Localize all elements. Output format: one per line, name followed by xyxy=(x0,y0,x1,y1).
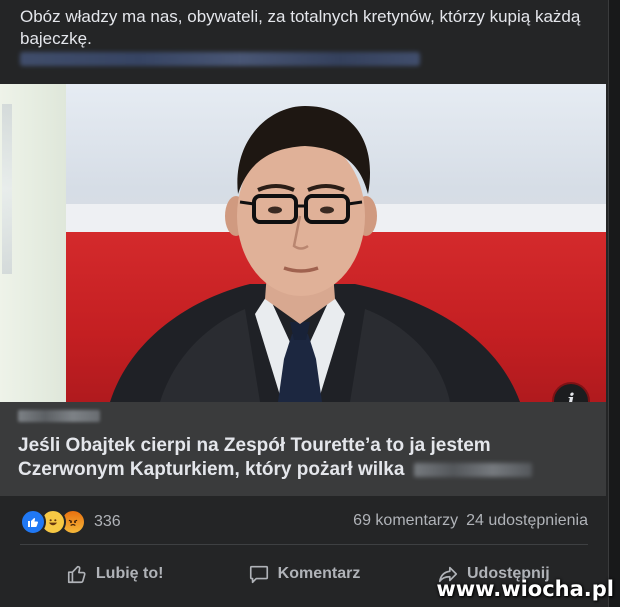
thumbs-up-icon xyxy=(67,565,86,584)
like-button[interactable]: Lubię to! xyxy=(20,552,209,596)
reaction-count[interactable]: 336 xyxy=(94,513,121,531)
comments-count[interactable]: 69 komentarzy xyxy=(353,512,458,530)
blurred-title-suffix xyxy=(414,462,533,477)
site-watermark: www.wiocha.pl xyxy=(436,577,614,601)
comment-icon xyxy=(249,565,268,584)
shares-count[interactable]: 24 udostępnienia xyxy=(466,512,588,530)
post-caption: Obóz władzy ma nas, obywateli, za totaln… xyxy=(20,7,581,48)
like-label: Lubię to! xyxy=(95,565,164,582)
comment-button[interactable]: Komentarz xyxy=(209,552,398,596)
link-preview-photo[interactable]: i xyxy=(0,84,606,402)
comment-label: Komentarz xyxy=(277,565,361,582)
link-title[interactable]: Jeśli Obajtek cierpi na Zespół Tourette’… xyxy=(18,434,578,482)
reactions-summary[interactable]: 336 xyxy=(20,509,121,535)
blurred-source-link[interactable] xyxy=(20,52,420,66)
link-attachment[interactable]: i Jeśli Obajtek cierpi na Zespół Tourett… xyxy=(0,84,606,496)
facebook-post: Obóz władzy ma nas, obywateli, za totaln… xyxy=(0,0,609,607)
link-preview-caption[interactable]: Jeśli Obajtek cierpi na Zespół Tourette’… xyxy=(0,402,606,496)
blurred-domain xyxy=(18,410,100,422)
person-portrait xyxy=(110,106,520,402)
like-icon xyxy=(20,509,46,535)
post-stats: 69 komentarzy 24 udostępnienia xyxy=(353,512,588,530)
actions-divider xyxy=(20,544,588,545)
